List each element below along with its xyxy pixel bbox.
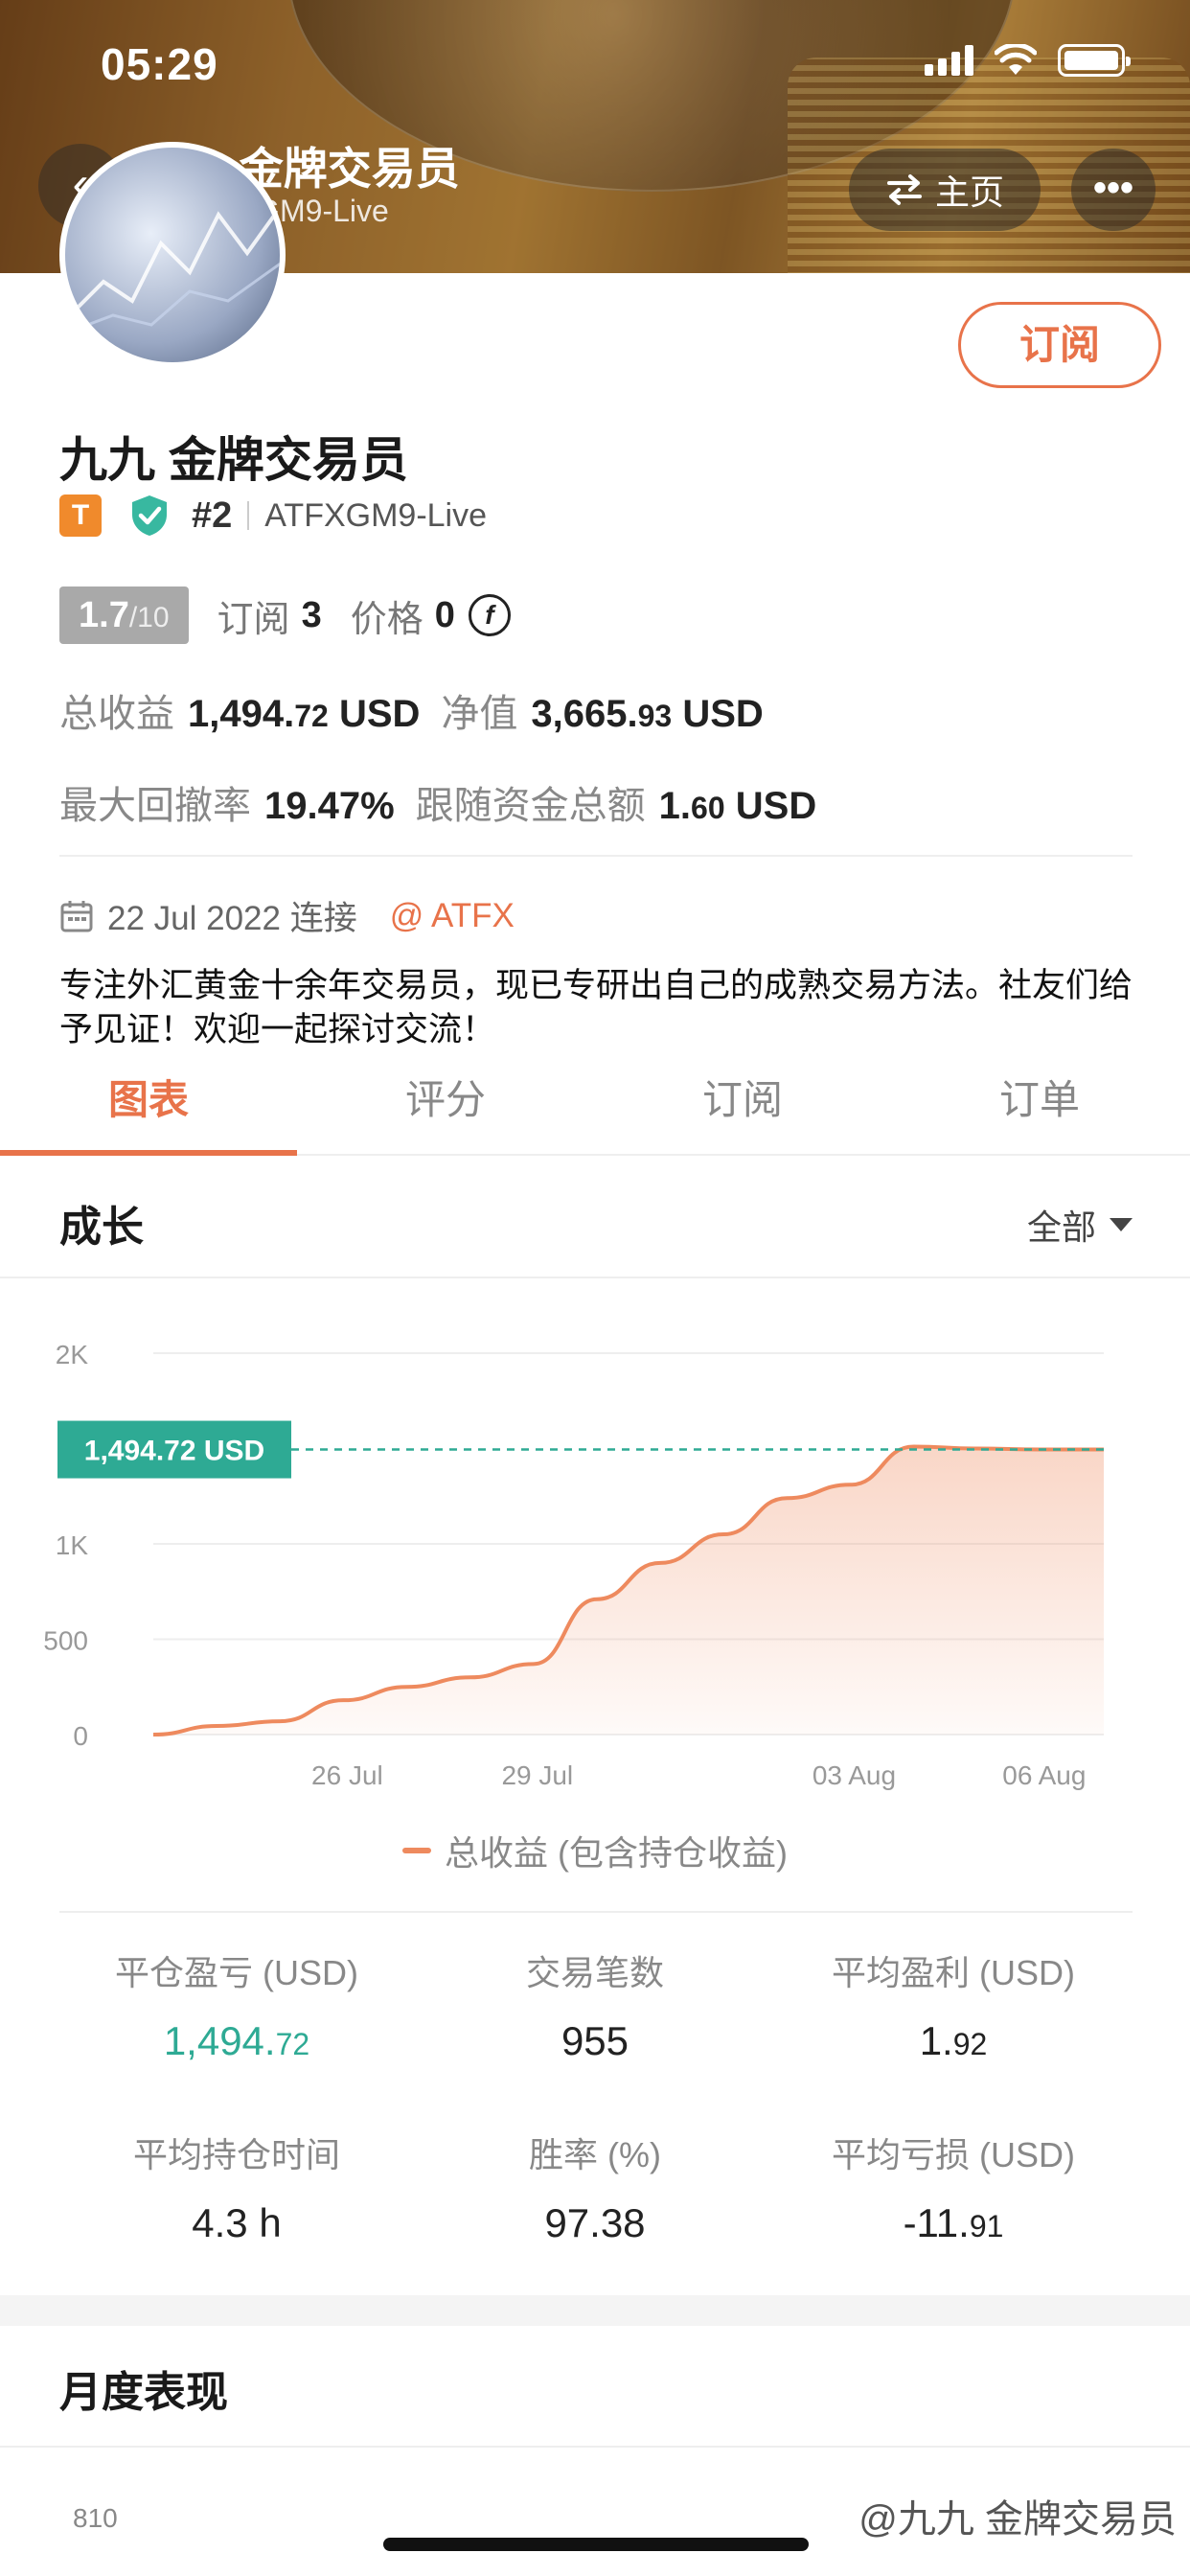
stat-label: 交易笔数 [525, 1953, 664, 1992]
profile-name: 九九 金牌交易员 [59, 433, 408, 487]
y-tick-label: 1K [56, 1530, 89, 1560]
stat-label: 胜率 (%) [529, 2135, 661, 2174]
stat-label: 平均盈利 (USD) [832, 1953, 1075, 1992]
drawdown-value: 19.47% [264, 785, 395, 827]
stat-value: 1.92 [919, 2018, 988, 2063]
tab-orders[interactable]: 订单 [891, 1054, 1188, 1154]
chevron-down-icon [1110, 1218, 1133, 1231]
coin-icon: f [468, 594, 511, 636]
x-tick-label: 26 Jul [311, 1760, 383, 1790]
follow-funds-label: 跟随资金总额 [415, 785, 646, 827]
y-tick-label: 500 [43, 1626, 88, 1656]
section-separator [0, 2295, 1190, 2326]
stat-closed-pnl: 平仓盈亏 (USD) 1,494.72 [38, 1945, 435, 2064]
stat-value: 1,494.72 [163, 2018, 310, 2063]
growth-title: 成长 [59, 1204, 144, 1251]
bio-text: 专注外汇黄金十余年交易员，现已专研出自己的成熟交易方法。社友们给予见证！欢迎一起… [59, 967, 1133, 1048]
status-bar: 05:29 [0, 0, 1190, 125]
profit-equity-line: 总收益 1,494.72 USD 净值 3,665.93 USD [59, 682, 764, 738]
equity-label: 净值 [441, 693, 518, 735]
account-label: ATFXGM9-Live [264, 496, 488, 534]
drawdown-funds-line: 最大回撤率 19.47% 跟随资金总额 1.60 USD [59, 774, 816, 830]
home-indicator [383, 2538, 809, 2551]
avatar[interactable] [59, 142, 286, 368]
stat-value: 955 [561, 2018, 629, 2063]
drawdown-label: 最大回撤率 [59, 785, 251, 827]
badge-row: T #2 ATFXGM9-Live [59, 494, 487, 538]
join-date: 22 Jul 2022 连接 [107, 900, 357, 937]
divider [0, 2446, 1190, 2448]
avatar-chart-image [73, 204, 280, 332]
divider [59, 855, 1133, 857]
range-dropdown[interactable]: 全部 [1027, 1200, 1133, 1250]
follow-funds-value: 1.60 USD [658, 785, 817, 827]
subscribe-button[interactable]: 订阅 [958, 302, 1161, 388]
battery-icon [1058, 44, 1131, 77]
legend-swatch [402, 1848, 431, 1853]
home-button-label: 主页 [934, 172, 1004, 212]
tab-rating[interactable]: 评分 [297, 1054, 594, 1154]
range-dropdown-label: 全部 [1026, 1208, 1096, 1247]
y-tick-label: 0 [73, 1721, 88, 1751]
verified-shield-icon [132, 495, 167, 536]
divider [59, 1911, 1133, 1913]
join-info: 22 Jul 2022 连接 @ ATFX [59, 891, 515, 940]
watermark-text: @九九 金牌交易员 [858, 2498, 1177, 2541]
x-tick-label: 29 Jul [501, 1760, 573, 1790]
growth-chart-svg: 2K 1K 500 0 26 Jul 29 Jul 03 Aug 06 Aug 1,494.72… [43, 1340, 1104, 1790]
watermark: @九九 金牌交易员 [858, 2488, 1177, 2543]
stat-label: 平均亏损 (USD) [832, 2135, 1075, 2174]
stat-trade-count: 交易笔数 955 [397, 1945, 793, 2064]
status-time: 05:29 [101, 39, 218, 89]
current-value-label: 1,494.72 USD [84, 1436, 264, 1467]
stat-label: 平均持仓时间 [132, 2135, 340, 2174]
x-tick-label: 03 Aug [812, 1760, 896, 1790]
tab-bar: 图表 评分 订阅 订单 [0, 1054, 1190, 1156]
wifi-icon [995, 44, 1037, 75]
rank-label: #2 [192, 494, 233, 536]
x-tick-label: 06 Aug [1002, 1760, 1086, 1790]
stat-avg-loss: 平均亏损 (USD) -11.91 [755, 2128, 1152, 2246]
calendar-icon [60, 900, 93, 932]
total-profit-value: 1,494.72 USD [188, 693, 421, 735]
chart-legend: 总收益 (包含持仓收益) [0, 1826, 1190, 1875]
subscriber-count: 3 [301, 594, 322, 635]
swap-arrows-icon [886, 174, 922, 205]
stat-avg-holding-time: 平均持仓时间 4.3 h [38, 2128, 435, 2246]
series-area [153, 1446, 1104, 1735]
growth-chart[interactable]: 2K 1K 500 0 26 Jul 29 Jul 03 Aug 06 Aug 1,494.72… [0, 1280, 1190, 1894]
price-value: 0 [434, 594, 455, 635]
tab-subscribe[interactable]: 订阅 [594, 1054, 891, 1154]
tab-chart[interactable]: 图表 [0, 1054, 297, 1156]
monthly-performance-title: 月度表现 [59, 2369, 228, 2416]
legend-label: 总收益 (包含持仓收益) [445, 1833, 788, 1873]
stat-value: -11.91 [903, 2200, 1004, 2245]
broker-link[interactable]: @ ATFX [390, 897, 515, 935]
stat-avg-profit: 平均盈利 (USD) 1.92 [755, 1945, 1152, 2064]
total-profit-label: 总收益 [59, 693, 174, 735]
rating-row: 1.7/10 订阅 3 价格 0 f [59, 586, 511, 644]
stat-value: 4.3 h [192, 2200, 282, 2245]
stat-value: 97.38 [544, 2200, 646, 2245]
price-label: 价格 [350, 599, 423, 640]
equity-value: 3,665.93 USD [531, 693, 764, 735]
stat-label: 平仓盈亏 (USD) [115, 1953, 358, 1992]
trader-badge-icon: T [59, 494, 102, 537]
home-button[interactable]: 主页 [849, 149, 1041, 231]
status-icons [925, 44, 1131, 77]
separator [247, 501, 250, 530]
cellular-signal-icon [925, 45, 973, 76]
subscriber-count-label: 订阅 [217, 599, 290, 640]
growth-section-header: 成长 全部 [0, 1158, 1190, 1278]
monthly-y-tick: 810 [73, 2503, 118, 2533]
rating-badge: 1.7/10 [59, 586, 189, 644]
y-tick-label: 2K [56, 1340, 89, 1369]
stat-win-rate: 胜率 (%) 97.38 [397, 2128, 793, 2246]
more-options-button[interactable]: ••• [1071, 149, 1156, 231]
